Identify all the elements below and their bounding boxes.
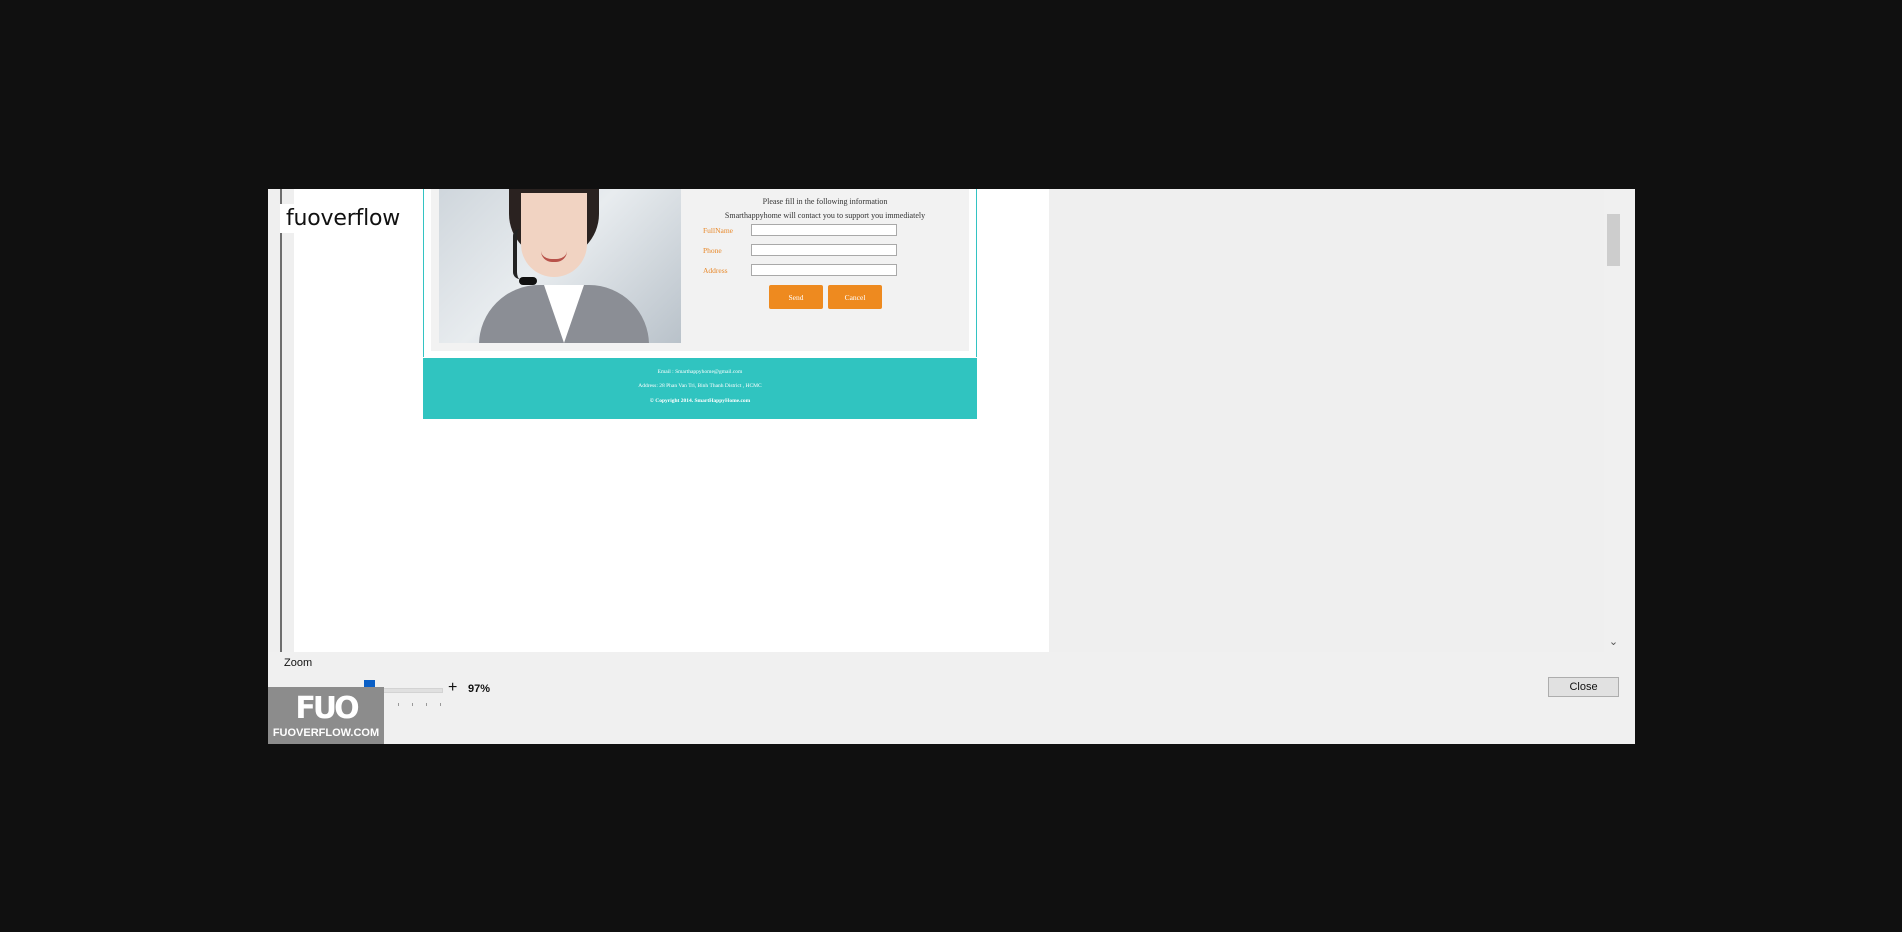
footer-email: Email : Smarthappyhome@gmail.com [657, 369, 743, 375]
print-preview-dialog: Please fill in the following information… [268, 189, 1635, 744]
watermark-label: fuoverflow [280, 204, 407, 233]
fullname-label: FullName [703, 226, 733, 235]
support-agent-photo [439, 189, 681, 343]
fullname-field[interactable] [751, 224, 897, 236]
form-intro-line2: Smarthappyhome will contact you to suppo… [724, 211, 926, 220]
scrollbar-thumb[interactable] [1607, 214, 1620, 266]
vertical-scrollbar[interactable]: ⌄ [1604, 189, 1623, 652]
chevron-down-icon[interactable]: ⌄ [1604, 632, 1623, 650]
phone-field[interactable] [751, 244, 897, 256]
footer-address: Address: 28 Phan Van Tri, Binh Thanh Dis… [638, 383, 762, 389]
send-button[interactable]: Send [769, 285, 823, 309]
webpage-content: Please fill in the following information… [423, 189, 977, 419]
page-footer: Email : Smarthappyhome@gmail.com Address… [423, 358, 977, 419]
preview-area: Please fill in the following information… [268, 189, 1604, 652]
address-label: Address [703, 266, 728, 275]
preview-page: Please fill in the following information… [294, 189, 1049, 652]
headset-icon [513, 229, 527, 279]
zoom-plus: + [448, 679, 458, 696]
cancel-button[interactable]: Cancel [828, 285, 882, 309]
close-button[interactable]: Close [1548, 677, 1619, 697]
page-border [423, 189, 424, 357]
address-field[interactable] [751, 264, 897, 276]
photo-face [521, 193, 587, 277]
logo-mark: FUO [295, 691, 359, 726]
zoom-tick [412, 703, 413, 706]
zoom-tick [398, 703, 399, 706]
zoom-tick [426, 703, 427, 706]
footer-copyright: © Copyright 2014. SmartHappyHome.com [649, 398, 751, 404]
page-border [976, 189, 977, 357]
zoom-label: Zoom [284, 657, 313, 669]
fuoverflow-logo: FUO FUOVERFLOW.COM [268, 687, 384, 744]
zoom-value: 97% [468, 683, 491, 695]
form-intro-line1: Please fill in the following information [762, 197, 888, 206]
phone-label: Phone [703, 246, 722, 255]
microphone-icon [519, 277, 537, 285]
zoom-tick [440, 703, 441, 706]
page-edge [280, 189, 282, 652]
logo-url: FUOVERFLOW.COM [272, 727, 380, 739]
contact-form-panel: Please fill in the following information… [431, 189, 969, 351]
